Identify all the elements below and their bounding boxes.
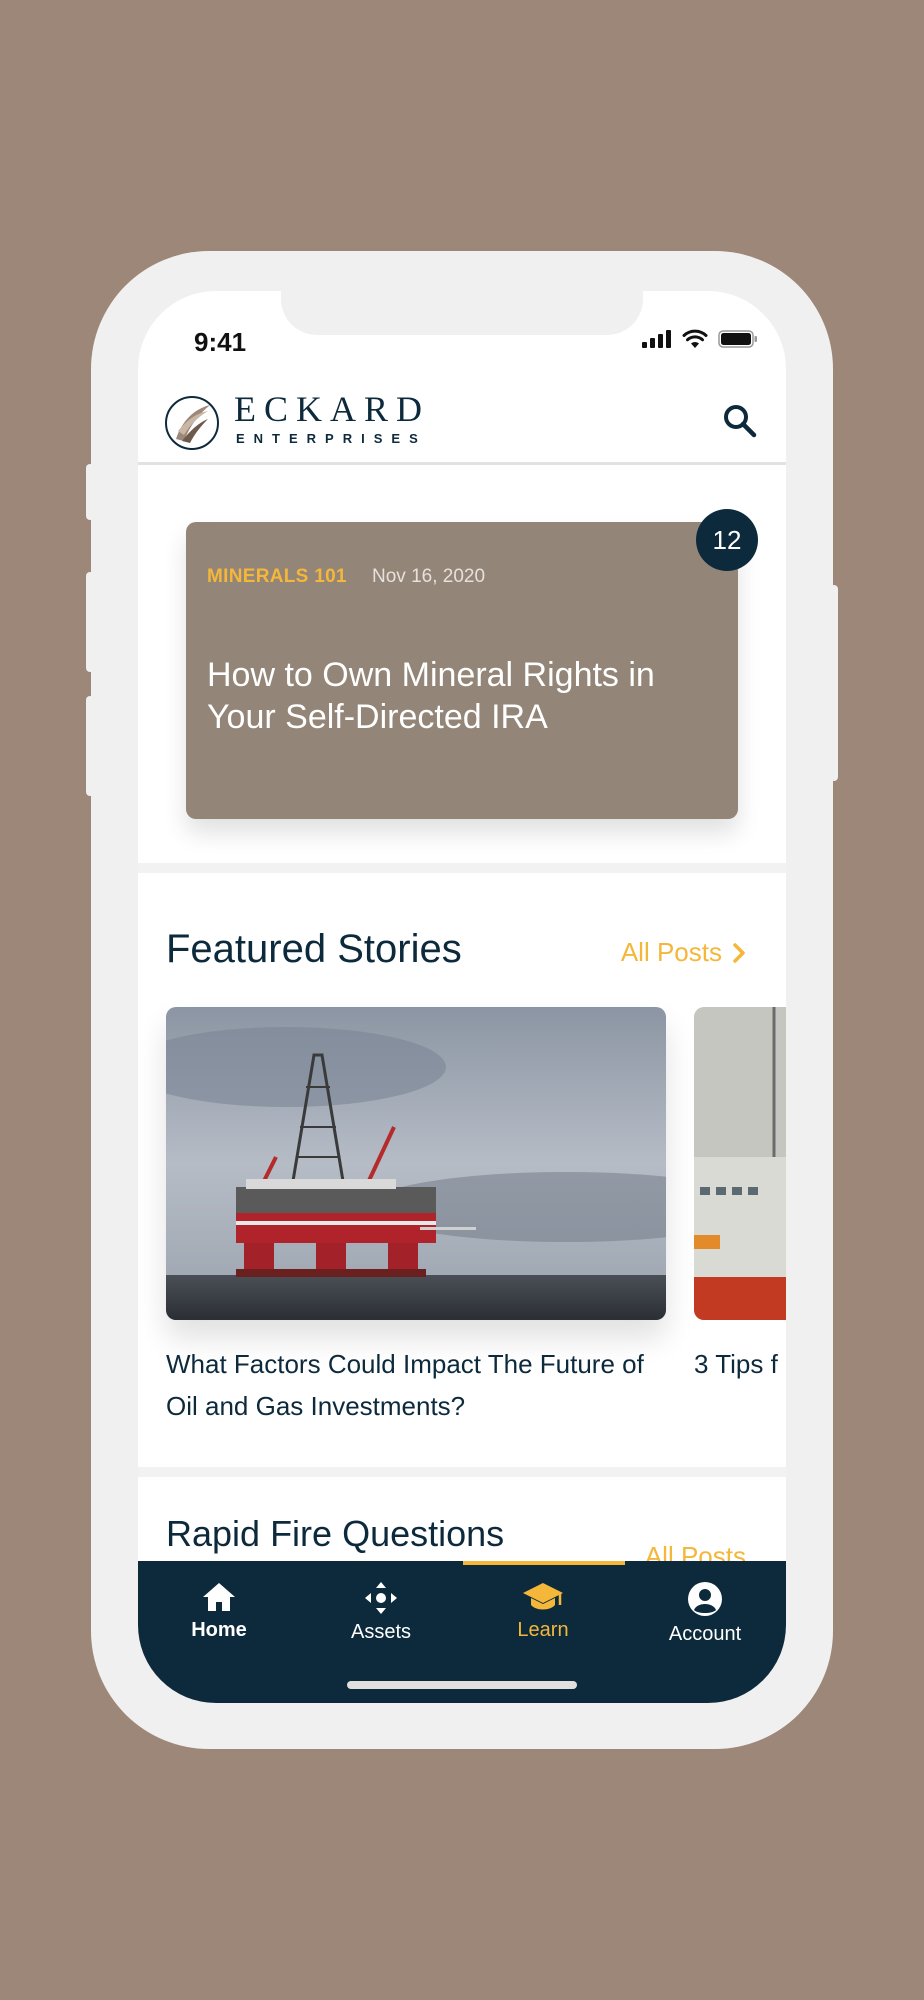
ship-photo xyxy=(694,1007,786,1320)
notch xyxy=(281,291,643,335)
nav-item-assets[interactable]: Assets xyxy=(300,1581,462,1651)
story-title[interactable]: What Factors Could Impact The Future of … xyxy=(166,1343,646,1427)
nav-item-home[interactable]: Home xyxy=(138,1581,300,1651)
featured-article-card[interactable]: MINERALS 101 Nov 16, 2020 How to Own Min… xyxy=(186,522,738,819)
active-tab-indicator xyxy=(463,1561,625,1565)
nav-label-account: Account xyxy=(668,1623,742,1645)
featured-all-posts-link[interactable]: All Posts xyxy=(621,937,746,968)
home-icon xyxy=(203,1583,235,1611)
home-indicator[interactable] xyxy=(347,1681,577,1689)
battery-icon xyxy=(718,330,757,348)
account-icon xyxy=(688,1582,722,1616)
wifi-icon xyxy=(682,329,708,348)
nav-item-account[interactable]: Account xyxy=(624,1581,786,1651)
oil-rig-photo xyxy=(166,1007,666,1320)
section-divider xyxy=(138,863,786,873)
brand-name: ECKARD xyxy=(234,389,431,429)
article-category: MINERALS 101 xyxy=(207,566,347,587)
article-date: Nov 16, 2020 xyxy=(372,566,486,587)
featured-stories-title: Featured Stories xyxy=(166,927,462,971)
status-icons xyxy=(642,329,758,349)
graduation-cap-icon xyxy=(523,1583,563,1610)
signal-icon xyxy=(642,330,671,348)
nav-label-learn: Learn xyxy=(517,1619,569,1641)
nav-item-learn[interactable]: Learn xyxy=(462,1581,624,1651)
search-icon[interactable] xyxy=(722,403,758,439)
status-time: 9:41 xyxy=(194,327,247,357)
assets-icon xyxy=(365,1582,397,1614)
chevron-right-icon xyxy=(733,942,745,963)
brand-subtitle: ENTERPRISES xyxy=(236,431,427,446)
app-header: ECKARD ENTERPRISES xyxy=(138,377,786,465)
story-image-oil-rig[interactable] xyxy=(166,1007,666,1320)
story-title[interactable]: 3 Tips f xyxy=(694,1343,786,1385)
app-screen: 9:41 ECKARD ENTERPRISES MINERALS 101 Nov… xyxy=(138,291,786,1703)
section-divider xyxy=(138,1467,786,1477)
brand-wordmark: ECKARD ENTERPRISES xyxy=(234,391,430,446)
count-badge: 12 xyxy=(696,509,758,571)
nav-label-assets: Assets xyxy=(350,1621,412,1643)
story-image-ship[interactable] xyxy=(694,1007,786,1320)
article-title: How to Own Mineral Rights in Your Self-D… xyxy=(207,656,655,736)
rapid-fire-title: Rapid Fire Questions xyxy=(166,1513,505,1554)
brand-logo-icon xyxy=(165,396,219,450)
all-posts-label: All Posts xyxy=(620,937,722,967)
nav-label-home: Home xyxy=(191,1619,247,1641)
